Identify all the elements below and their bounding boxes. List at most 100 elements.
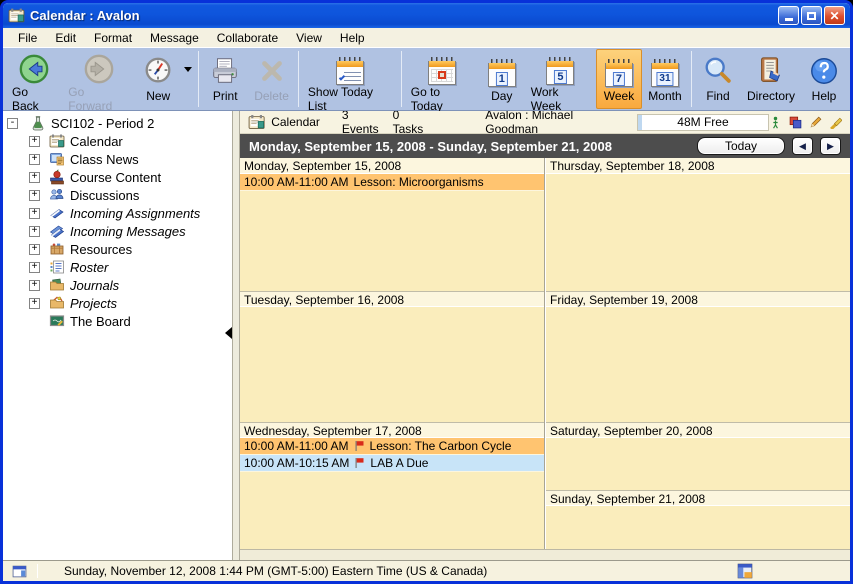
- event-time: 10:00 AM-10:15 AM: [244, 456, 349, 470]
- pencil-icon[interactable]: [809, 116, 822, 129]
- menu-file[interactable]: File: [9, 29, 46, 47]
- maximize-button[interactable]: [801, 6, 822, 25]
- expand-box[interactable]: +: [29, 154, 40, 165]
- sidebar-item-roster[interactable]: + Roster: [3, 258, 232, 276]
- expand-box[interactable]: +: [29, 298, 40, 309]
- find-button[interactable]: Find: [695, 49, 741, 109]
- expand-box[interactable]: +: [29, 226, 40, 237]
- go-to-today-button[interactable]: Go to Today: [405, 49, 479, 109]
- tree-root-course[interactable]: - SCI102 - Period 2: [3, 114, 232, 132]
- expand-box[interactable]: +: [29, 190, 40, 201]
- go-forward-button[interactable]: Go Forward: [62, 49, 135, 109]
- print-button[interactable]: Print: [202, 49, 248, 109]
- app-calendar-icon: [8, 7, 25, 24]
- collapse-box[interactable]: -: [7, 118, 18, 129]
- show-today-list-button[interactable]: Show Today List: [302, 49, 398, 109]
- next-week-button[interactable]: ▶: [820, 137, 841, 155]
- go-forward-icon: [83, 53, 115, 85]
- expand-box[interactable]: +: [29, 136, 40, 147]
- event-lesson-microorganisms[interactable]: 10:00 AM-11:00 AM Lesson: Microorganisms: [240, 174, 544, 191]
- expand-box[interactable]: +: [29, 208, 40, 219]
- expand-box[interactable]: +: [29, 280, 40, 291]
- week-calendar-icon: 7: [604, 59, 634, 87]
- directory-button[interactable]: Directory: [741, 49, 801, 109]
- day-cell-friday[interactable]: [546, 307, 850, 422]
- new-dropdown-arrow[interactable]: [181, 49, 195, 89]
- menu-view[interactable]: View: [287, 29, 331, 47]
- sidebar-item-label: Class News: [70, 152, 139, 167]
- day-cell-sunday[interactable]: [546, 506, 850, 549]
- print-icon: [209, 55, 241, 87]
- day-cell-wednesday[interactable]: 10:00 AM-11:00 AM Lesson: The Carbon Cyc…: [240, 438, 544, 549]
- go-back-icon: [18, 53, 50, 85]
- day-header-friday: Friday, September 19, 2008: [546, 291, 850, 307]
- work-week-calendar-icon: 5: [545, 57, 575, 85]
- menu-message[interactable]: Message: [141, 29, 208, 47]
- today-button[interactable]: Today: [697, 137, 785, 155]
- sidebar-item-class-news[interactable]: + Class News: [3, 150, 232, 168]
- splitter[interactable]: [232, 111, 240, 560]
- day-cell-monday[interactable]: 10:00 AM-11:00 AM Lesson: Microorganisms: [240, 174, 544, 291]
- day-cell-tuesday[interactable]: [240, 307, 544, 422]
- menu-format[interactable]: Format: [85, 29, 141, 47]
- previous-week-button[interactable]: ◀: [792, 137, 813, 155]
- go-to-today-icon: [427, 57, 457, 85]
- day-header-saturday: Saturday, September 20, 2008: [546, 422, 850, 438]
- help-button[interactable]: Help: [801, 49, 847, 109]
- sidebar-item-projects[interactable]: + Projects: [3, 294, 232, 312]
- sidebar-item-resources[interactable]: + Resources: [3, 240, 232, 258]
- expand-box[interactable]: +: [29, 262, 40, 273]
- event-lab-a-due[interactable]: 10:00 AM-10:15 AM LAB A Due: [240, 455, 544, 472]
- find-icon: [702, 55, 734, 87]
- sidebar-item-calendar[interactable]: + Calendar: [3, 132, 232, 150]
- status-datetime: Sunday, November 12, 2008 1:44 PM (GMT-5…: [64, 564, 487, 578]
- day-view-button[interactable]: 1 Day: [479, 49, 525, 109]
- close-button[interactable]: ✕: [824, 6, 845, 25]
- day-header-tuesday: Tuesday, September 16, 2008: [240, 291, 544, 307]
- week-view-button[interactable]: 7 Week: [596, 49, 642, 109]
- status-bar: Sunday, November 12, 2008 1:44 PM (GMT-5…: [3, 560, 850, 581]
- sidebar-item-incoming-assignments[interactable]: + Incoming Assignments: [3, 204, 232, 222]
- week-grid-left-column: Monday, September 15, 2008 10:00 AM-11:0…: [240, 158, 545, 549]
- sidebar-item-label: Discussions: [70, 188, 139, 203]
- event-lesson-carbon-cycle[interactable]: 10:00 AM-11:00 AM Lesson: The Carbon Cyc…: [240, 438, 544, 455]
- person-icon[interactable]: [769, 116, 782, 129]
- panel-title: Calendar: [271, 115, 320, 129]
- expand-box[interactable]: +: [29, 172, 40, 183]
- layers-icon[interactable]: [789, 116, 802, 129]
- expand-box[interactable]: +: [29, 244, 40, 255]
- go-back-button[interactable]: Go Back: [6, 49, 62, 109]
- toolbar: Go Back Go Forward New Print Delete Show…: [3, 47, 850, 111]
- date-range-bar: Monday, September 15, 2008 - Sunday, Sep…: [240, 134, 850, 158]
- sidebar-item-course-content[interactable]: + Course Content: [3, 168, 232, 186]
- sidebar-item-incoming-messages[interactable]: + Incoming Messages: [3, 222, 232, 240]
- free-space-used-bar: [638, 115, 642, 130]
- sidebar-item-the-board[interactable]: The Board: [3, 312, 232, 330]
- gold-pen-icon[interactable]: [829, 116, 842, 129]
- show-today-list-icon: [335, 57, 365, 85]
- new-button[interactable]: New: [135, 49, 181, 105]
- go-back-label: Go Back: [12, 85, 56, 113]
- day-cell-saturday[interactable]: [546, 438, 850, 490]
- menu-collaborate[interactable]: Collaborate: [208, 29, 287, 47]
- sidebar-item-journals[interactable]: + Journals: [3, 276, 232, 294]
- menu-help[interactable]: Help: [331, 29, 374, 47]
- grid-view-icon[interactable]: [737, 563, 753, 579]
- delete-button[interactable]: Delete: [248, 49, 295, 109]
- window-title: Calendar : Avalon: [30, 8, 776, 23]
- bottom-strip: [240, 549, 850, 560]
- new-clock-icon: [142, 55, 174, 87]
- splitter-collapse-arrow[interactable]: [225, 327, 232, 339]
- window-status-icon[interactable]: [12, 564, 27, 579]
- day-header-monday: Monday, September 15, 2008: [240, 158, 544, 174]
- day-header-sunday: Sunday, September 21, 2008: [546, 490, 850, 506]
- day-header-wednesday: Wednesday, September 17, 2008: [240, 422, 544, 438]
- day-cell-thursday[interactable]: [546, 174, 850, 291]
- sidebar-item-label: Course Content: [70, 170, 161, 185]
- work-week-view-button[interactable]: 5 Work Week: [525, 49, 596, 109]
- account-label: Avalon : Michael Goodman: [485, 111, 623, 136]
- sidebar-item-discussions[interactable]: + Discussions: [3, 186, 232, 204]
- minimize-button[interactable]: [778, 6, 799, 25]
- month-view-button[interactable]: 31 Month: [642, 49, 688, 109]
- menu-edit[interactable]: Edit: [46, 29, 85, 47]
